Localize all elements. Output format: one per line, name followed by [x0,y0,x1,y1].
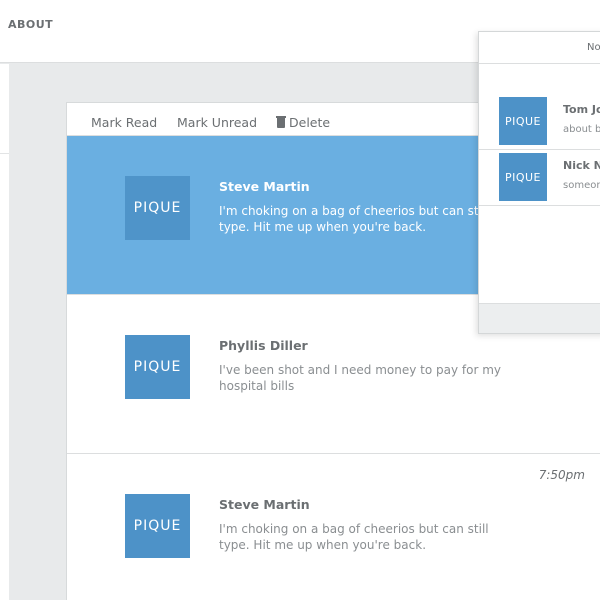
mark-unread-button[interactable]: Mark Unread [177,115,257,130]
left-sidebar [0,64,9,600]
notification-name: Tom Jo [563,103,600,116]
message-time: 7:50pm [538,468,585,482]
notification-snippet: about ba [563,124,600,135]
delete-button[interactable]: Delete [276,115,331,130]
message-sender: Steve Martin [219,179,310,194]
notification-avatar: PIQUE [499,97,547,145]
notification-snippet: someon [563,180,600,191]
message-sender: Steve Martin [219,497,310,512]
notification-avatar: PIQUE [499,153,547,201]
nav-about-link[interactable]: ABOUT [8,18,53,31]
delete-label: Delete [289,115,331,130]
notification-name: Nick No [563,159,600,172]
mark-read-button[interactable]: Mark Read [91,115,157,130]
notifications-header: No [479,32,600,64]
trash-icon [276,116,286,128]
sidebar-divider [0,153,9,154]
message-sender: Phyllis Diller [219,338,308,353]
notifications-footer [479,303,600,333]
message-body: I'm choking on a bag of cheerios but can… [219,522,489,552]
message-body: I've been shot and I need money to pay f… [219,363,501,393]
sender-avatar: PIQUE [125,494,190,558]
sender-avatar: PIQUE [125,335,190,399]
notifications-dropdown: No PIQUE Tom Jo about ba PIQUE Nick No s… [478,31,600,334]
notification-item[interactable]: PIQUE Tom Jo about ba [479,95,600,150]
notification-item[interactable]: PIQUE Nick No someon [479,151,600,206]
sender-avatar: PIQUE [125,176,190,240]
notifications-title: No [587,42,600,53]
message-body: I'm choking on a bag of cheerios but can… [219,204,489,234]
message-row[interactable]: 7:50pm PIQUE Steve Martin I'm choking on… [67,454,600,600]
